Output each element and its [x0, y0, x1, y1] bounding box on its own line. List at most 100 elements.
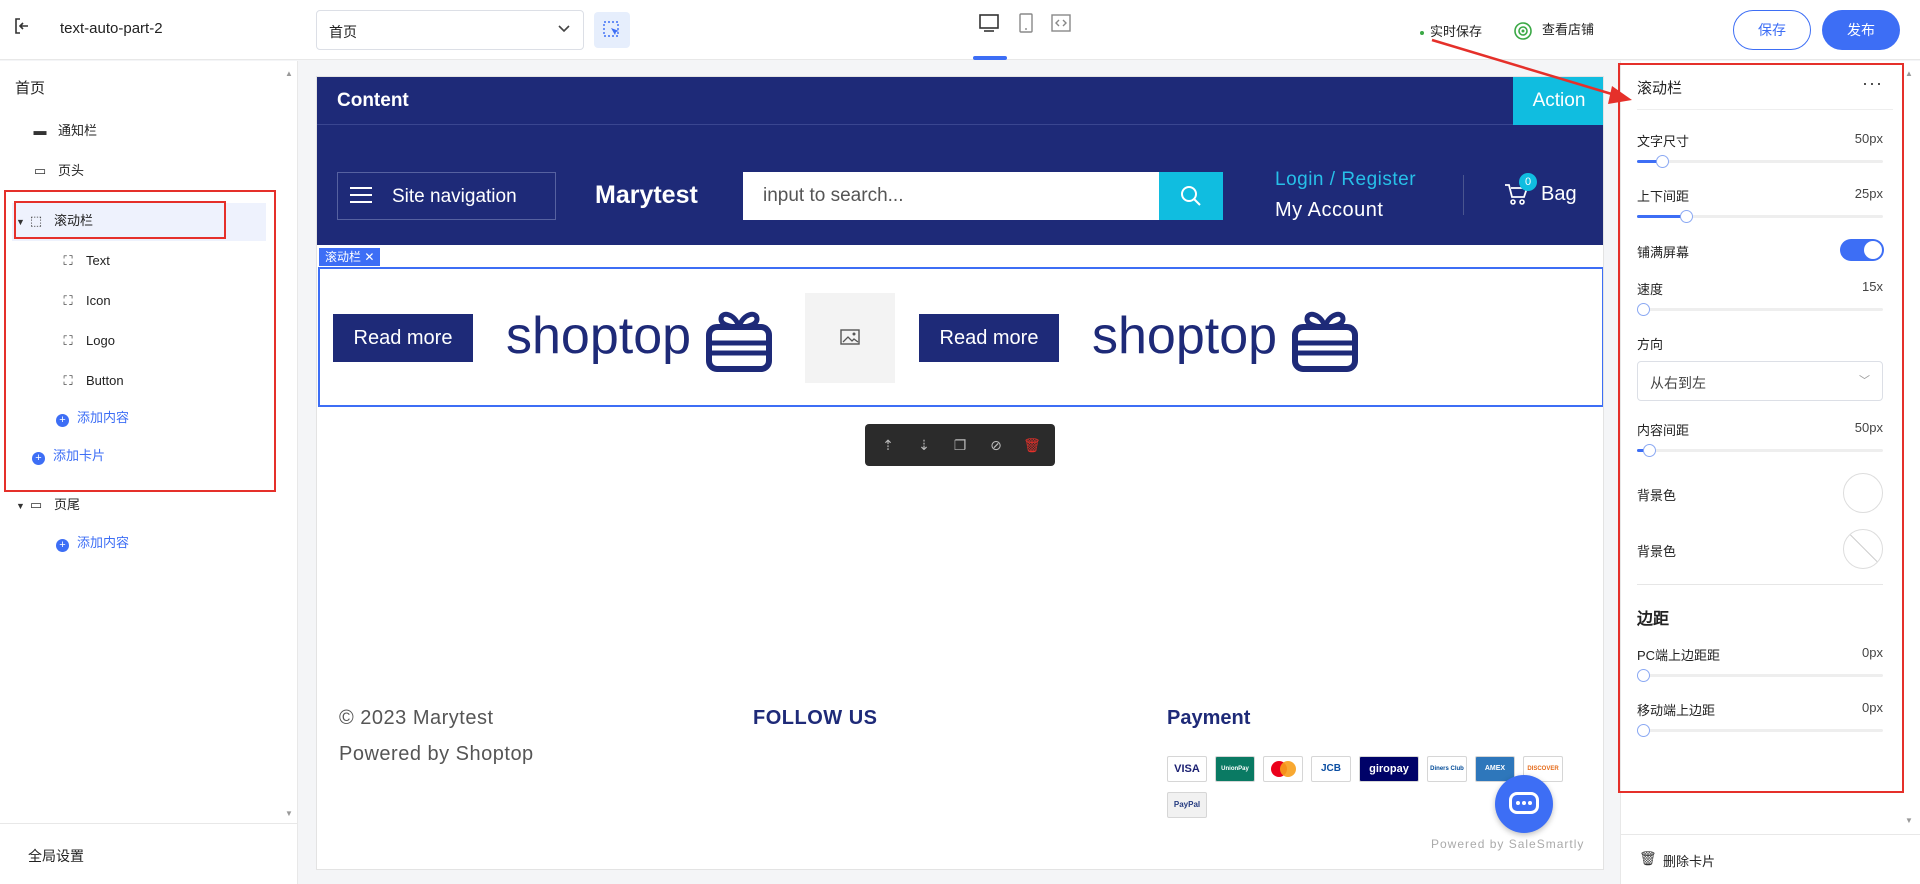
hamburger-icon [350, 187, 372, 208]
select-element-button[interactable] [594, 12, 630, 48]
block-floating-toolbar: ⇡ ⇣ ❐ ⊘ 🗑 [865, 424, 1055, 466]
block-settings-panel: 滚动栏 ··· 文字尺寸 50px 上下间距 25px 铺满屏幕 速度 15x … [1618, 61, 1920, 884]
plus-icon: + [56, 539, 69, 552]
project-name: text-auto-part-2 [60, 20, 163, 37]
hide-eye-icon[interactable]: ⊘ [987, 436, 1005, 454]
scroll-down-icon[interactable]: ▼ [1905, 816, 1913, 825]
giropay-icon: giropay [1359, 756, 1419, 782]
code-icon [1051, 14, 1071, 32]
annotation-box-settings [1618, 63, 1904, 793]
scroll-up-icon[interactable]: ▲ [285, 69, 293, 78]
top-toolbar: text-auto-part-2 首页 实时保存 查看店铺 保存 发布 [0, 0, 1920, 60]
chevron-down-icon [557, 21, 571, 38]
image-placeholder-icon [840, 329, 860, 345]
page-select[interactable]: 首页 [316, 10, 584, 50]
global-settings-button[interactable]: 全局设置 [0, 823, 298, 884]
code-view-button[interactable] [1050, 12, 1076, 38]
marquee-text: shoptop [1092, 307, 1278, 365]
view-store-link[interactable]: 查看店铺 [1514, 19, 1594, 40]
page-structure-panel: 首页 ▬ 通知栏 ▭ 页头 ▼ ⬚ 滚动栏 ⛶ Text ⛶ Icon ⛶ Logo ⛶ But… [0, 61, 298, 884]
selected-block-label: 滚动栏 [325, 250, 362, 264]
delete-icon[interactable]: 🗑 [1023, 436, 1041, 454]
marquee-text: shoptop [506, 307, 692, 365]
add-footer-content-button[interactable]: + 添加内容 [56, 528, 129, 558]
cart-count-badge: 0 [1519, 173, 1537, 191]
site-navigation-label: Site navigation [392, 186, 517, 207]
paypal-icon: PayPal [1167, 792, 1207, 818]
site-navigation-button[interactable]: Site navigation [337, 172, 556, 220]
notice-bar-icon: ▬ [33, 123, 47, 138]
tree-item-notice-bar[interactable]: ▬ 通知栏 [32, 113, 98, 149]
header-icon: ▭ [33, 163, 47, 178]
delete-card-button[interactable]: 🗑 删除卡片 [1621, 834, 1920, 884]
scroll-up-icon[interactable]: ▲ [1905, 69, 1913, 78]
site-brand-logo[interactable]: Marytest [595, 181, 698, 210]
autosave-status: 实时保存 [1420, 21, 1482, 40]
chat-widget-button[interactable] [1495, 775, 1553, 833]
panel-title: 首页 [15, 80, 46, 97]
caret-down-icon[interactable]: ▼ [16, 488, 28, 524]
move-down-icon[interactable]: ⇣ [915, 436, 933, 454]
desktop-icon [979, 14, 999, 32]
visa-icon: VISA [1167, 756, 1207, 782]
my-account-link[interactable]: My Account [1275, 199, 1383, 222]
announcement-text: Content [337, 90, 409, 111]
save-button[interactable]: 保存 [1733, 10, 1811, 50]
duplicate-icon[interactable]: ❐ [951, 436, 969, 454]
footer-payment-title: Payment [1167, 707, 1251, 729]
login-register-link[interactable]: Login / Register [1275, 169, 1416, 191]
site-search-box[interactable] [743, 172, 1159, 220]
jcb-icon: JCB [1311, 756, 1351, 782]
action-button[interactable]: Action [1513, 77, 1603, 125]
cart-button[interactable]: 0 Bag [1503, 173, 1577, 210]
global-settings-label: 全局设置 [28, 848, 84, 864]
cursor-select-icon [603, 21, 619, 37]
exit-icon[interactable] [12, 16, 34, 38]
status-dot-icon [1420, 30, 1424, 35]
marquee-logo-placeholder [805, 293, 895, 383]
site-search-input[interactable] [743, 172, 1159, 220]
autosave-label: 实时保存 [1430, 24, 1483, 39]
left-scrollbar[interactable]: ▲ ▼ [280, 61, 298, 823]
footer-follow-title: FOLLOW US [753, 707, 878, 729]
tree-item-label: 页头 [58, 163, 85, 178]
trash-icon: 🗑 [1639, 850, 1657, 866]
footer-icon: ▭ [29, 497, 43, 512]
marquee-read-more-button[interactable]: Read more [919, 314, 1059, 362]
footer-powered-by: Powered by Shoptop [339, 743, 534, 765]
gift-icon [1292, 311, 1358, 372]
chat-powered-by: Powered by SaleSmartly [1431, 837, 1585, 851]
active-view-indicator [973, 56, 1007, 60]
bag-label: Bag [1541, 183, 1577, 205]
marquee-read-more-button[interactable]: Read more [333, 314, 473, 362]
preview-canvas: Content Action Site navigation Marytest … [316, 76, 1604, 870]
annotation-box-selected [14, 201, 226, 239]
tree-item-header[interactable]: ▭ 页头 [32, 153, 84, 189]
gift-icon [706, 311, 772, 372]
marquee-block[interactable]: Read more shoptop Read more shoptop [318, 267, 1603, 407]
scroll-down-icon[interactable]: ▼ [285, 809, 293, 818]
diners-club-icon: Diners Club [1427, 756, 1467, 782]
site-search-button[interactable] [1159, 172, 1223, 220]
site-announcement-bar[interactable]: Content Action [317, 77, 1603, 125]
selected-block-tag[interactable]: 滚动栏 ✕ [319, 248, 381, 266]
site-header[interactable]: Site navigation Marytest Login / Registe… [317, 125, 1603, 245]
chat-icon [1509, 792, 1539, 814]
mobile-view-button[interactable] [1015, 12, 1041, 38]
desktop-view-button[interactable] [978, 12, 1004, 38]
search-icon [1181, 186, 1201, 206]
page-select-value: 首页 [329, 24, 357, 40]
mobile-icon [1019, 13, 1033, 33]
publish-button[interactable]: 发布 [1822, 10, 1900, 50]
view-store-label: 查看店铺 [1542, 22, 1595, 37]
store-eye-icon [1514, 21, 1532, 40]
close-icon[interactable]: ✕ [364, 250, 374, 264]
add-content-label: 添加内容 [77, 535, 130, 550]
tree-item-label: 页尾 [54, 497, 81, 512]
unionpay-icon: UnionPay [1215, 756, 1255, 782]
delete-card-label: 删除卡片 [1663, 854, 1716, 869]
header-divider [1463, 175, 1464, 215]
tree-item-footer[interactable]: ▼ ▭ 页尾 [16, 487, 80, 523]
tree-item-label: 通知栏 [58, 123, 98, 138]
move-up-icon[interactable]: ⇡ [879, 436, 897, 454]
